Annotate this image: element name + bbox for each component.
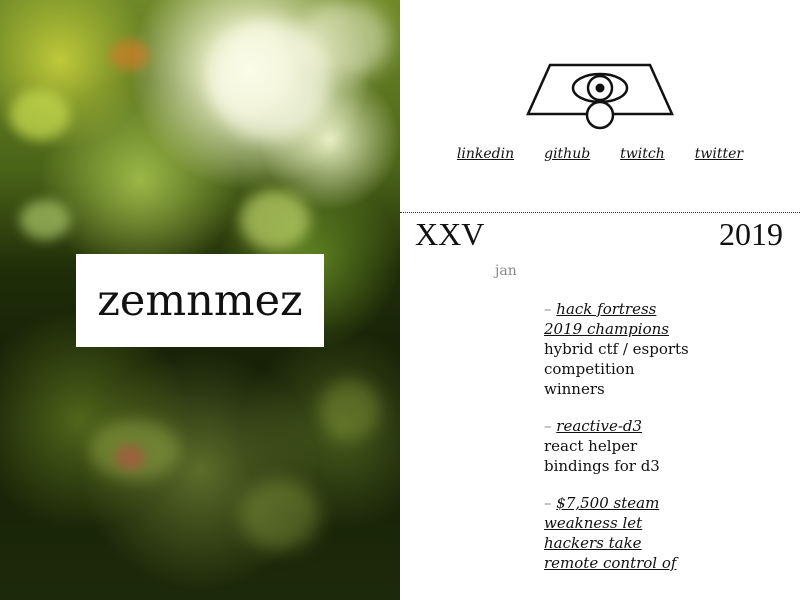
bokeh-highlight	[10, 90, 70, 140]
social-links: linkedin github twitch twitter	[400, 146, 800, 162]
bokeh-highlight	[20, 200, 70, 240]
timeline-month: jan	[495, 263, 517, 279]
entry-link-steam-weakness[interactable]: $7,500 steam weakness let hackers take r…	[544, 494, 676, 572]
site-title: zemnmez	[76, 254, 324, 347]
bokeh-highlight	[300, 0, 390, 80]
entry-link-hack-fortress[interactable]: hack fortress 2019 champions	[544, 300, 669, 338]
dotted-divider	[400, 212, 800, 213]
timeline-numeral: XXV	[415, 216, 485, 252]
timeline-entry: – reactive-d3 react helper bindings for …	[544, 416, 694, 476]
eye-pyramid-logo-icon[interactable]	[526, 62, 674, 132]
bokeh-highlight	[320, 380, 380, 440]
bokeh-highlight	[110, 40, 150, 70]
timeline-entry: – hack fortress 2019 champions hybrid ct…	[544, 299, 694, 399]
bokeh-highlight	[240, 190, 310, 250]
timeline-year: 2019	[719, 216, 783, 252]
timeline-entry: – $7,500 steam weakness let hackers take…	[544, 493, 694, 573]
hero-photo: zemnmez	[0, 0, 400, 600]
entry-link-reactive-d3[interactable]: reactive-d3	[556, 417, 642, 435]
bokeh-highlight	[240, 480, 320, 550]
bokeh-highlight	[115, 445, 145, 470]
github-link[interactable]: github	[544, 146, 590, 162]
entry-dash: –	[544, 417, 552, 435]
timeline-entries: – hack fortress 2019 champions hybrid ct…	[544, 299, 694, 590]
entry-dash: –	[544, 300, 552, 318]
entry-description: react helper bindings for d3	[544, 437, 660, 475]
twitter-link[interactable]: twitter	[695, 146, 743, 162]
twitch-link[interactable]: twitch	[620, 146, 665, 162]
entry-dash: –	[544, 494, 552, 512]
linkedin-link[interactable]: linkedin	[457, 146, 514, 162]
entry-description: hybrid ctf / esports competition winners	[544, 340, 689, 398]
